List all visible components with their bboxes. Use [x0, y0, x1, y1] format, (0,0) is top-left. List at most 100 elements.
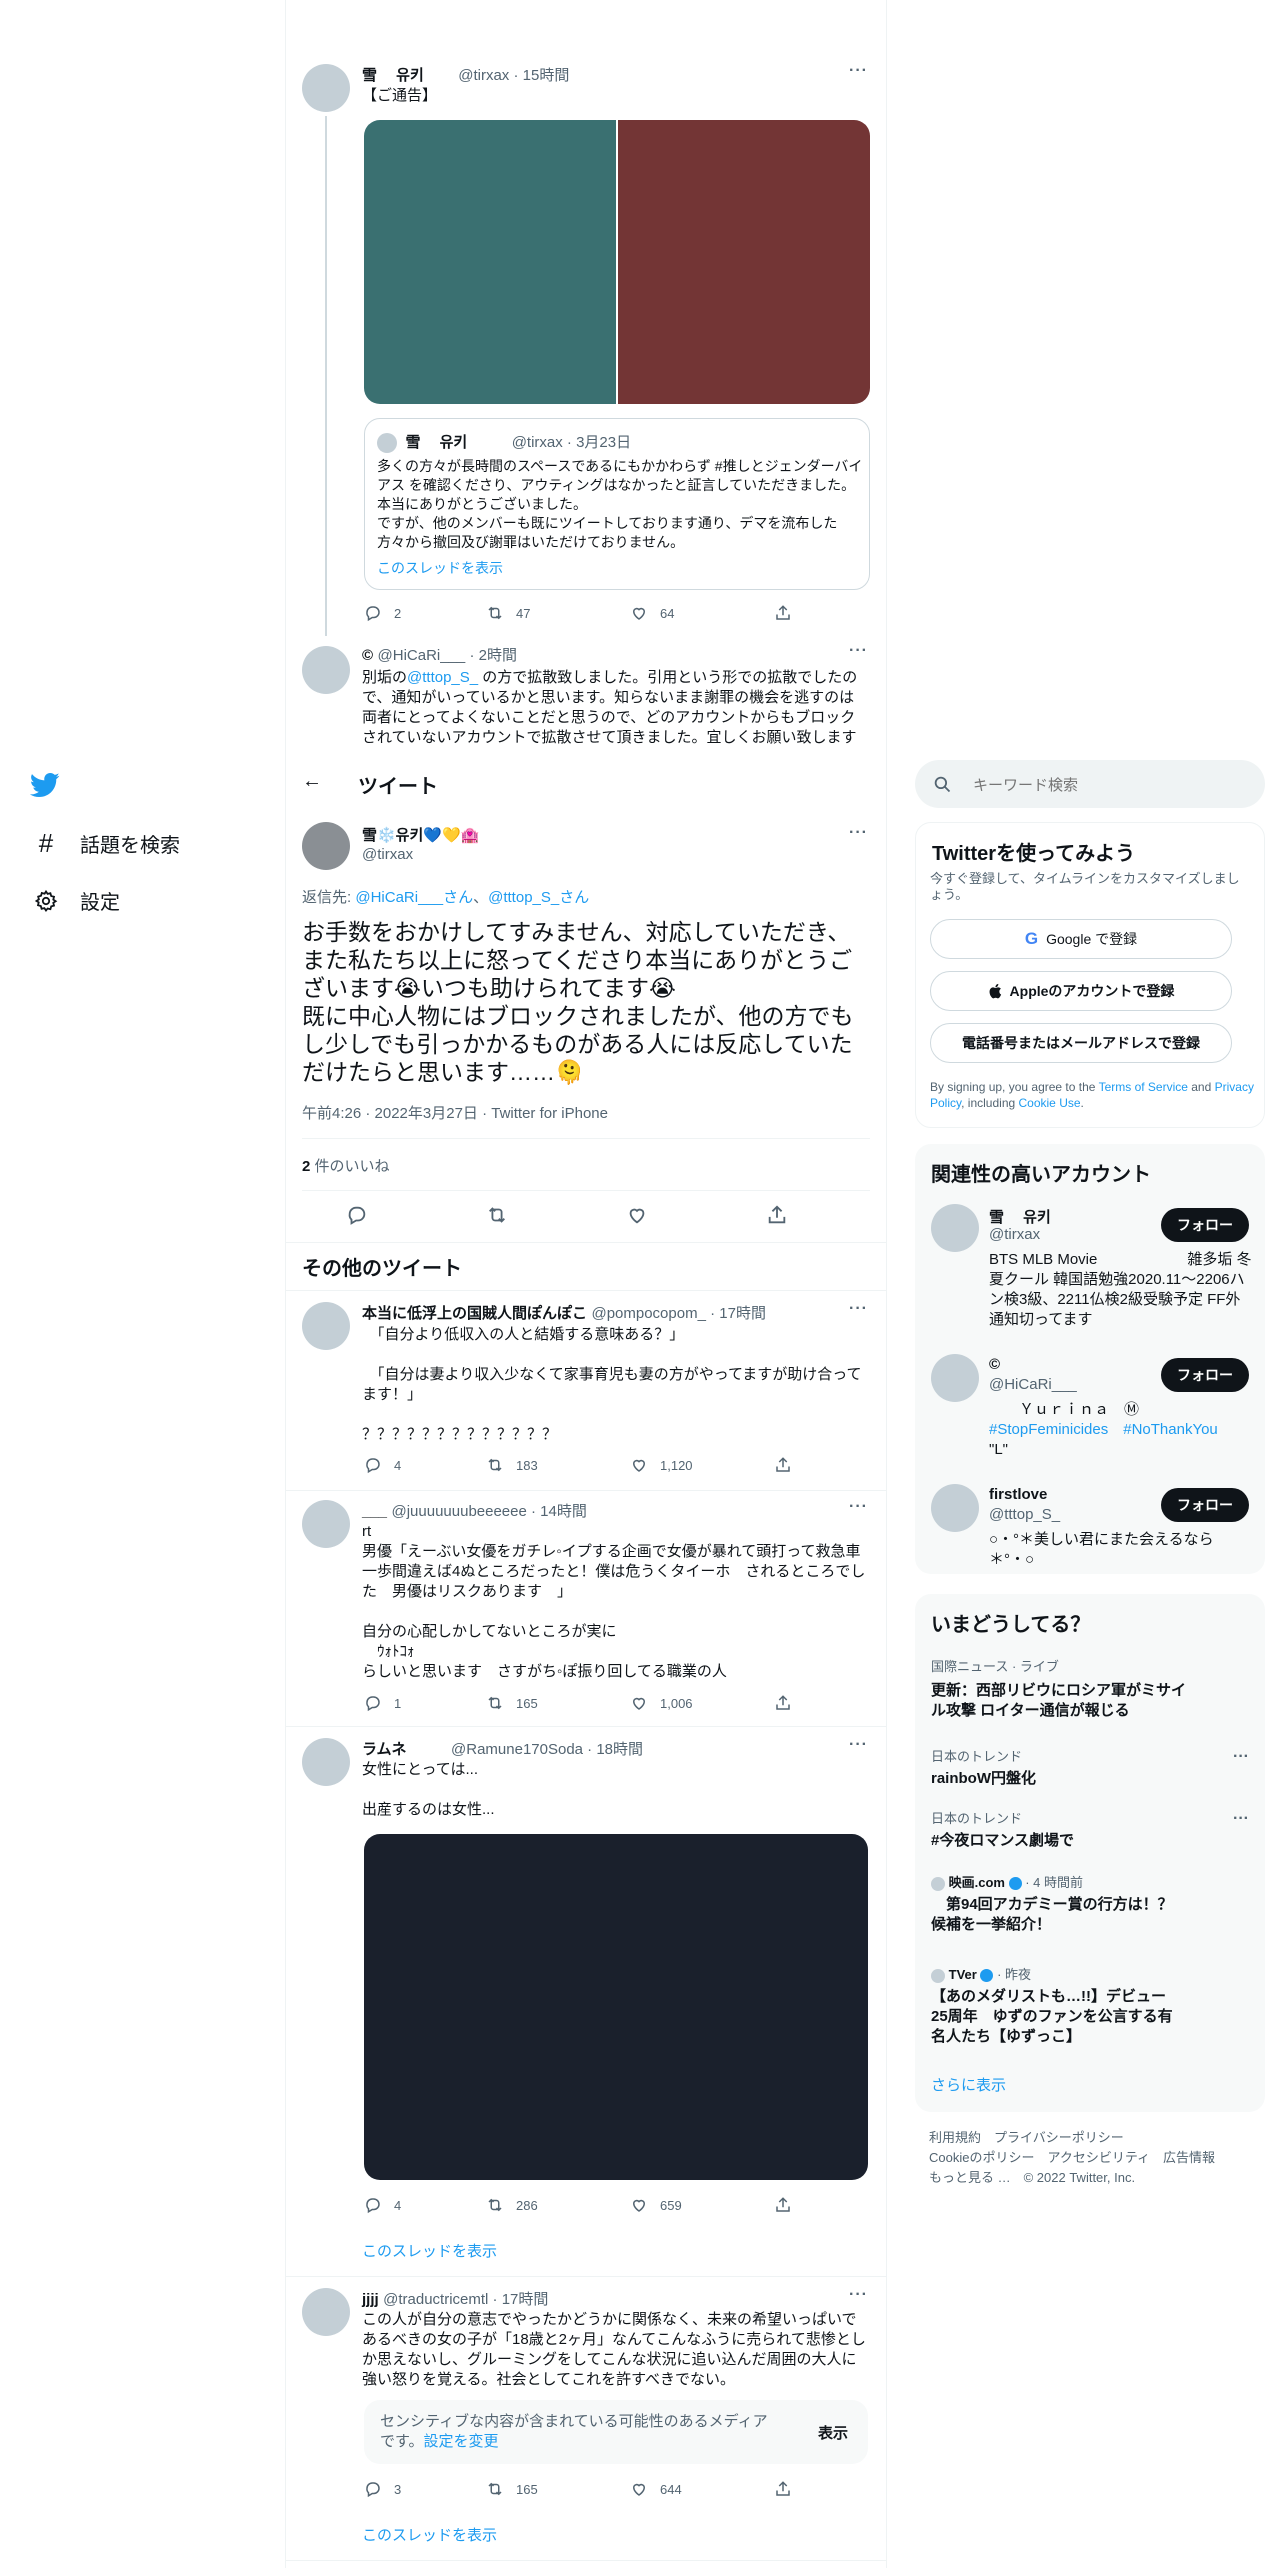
reply-to-mention[interactable]: @HiCaRi___さん — [355, 889, 473, 906]
avatar[interactable] — [302, 646, 350, 694]
reply-button[interactable]: 3 — [364, 2480, 401, 2498]
apple-signup-button[interactable]: Appleのアカウントで登録 — [930, 971, 1232, 1011]
retweet-button[interactable]: 183 — [486, 1456, 538, 1474]
handle-time[interactable]: @pompocopom_ · 17時間 — [591, 1305, 765, 1322]
like-button[interactable]: 1,120 — [630, 1456, 693, 1474]
trend-item[interactable]: 日本のトレンド #今夜ロマンス劇場で — [931, 1808, 1211, 1851]
reply-button[interactable]: 4 — [364, 1456, 401, 1474]
handle-time[interactable]: @HiCaRi___ · 2時間 — [378, 647, 517, 664]
user-name[interactable]: jjjj — [362, 2291, 379, 2308]
avatar[interactable] — [302, 822, 350, 870]
follow-button[interactable]: フォロー — [1161, 1488, 1249, 1522]
handle-time[interactable]: @juuuuuuubeeeeee · 14時間 — [391, 1503, 586, 1520]
user-name[interactable]: © — [362, 647, 373, 664]
reply-button[interactable]: 2 — [364, 604, 401, 622]
media-image[interactable] — [364, 1834, 868, 2180]
more-icon[interactable]: ··· — [849, 824, 868, 842]
back-arrow-icon[interactable]: ← — [302, 770, 322, 793]
retweet-button[interactable]: 47 — [486, 604, 530, 622]
share-button[interactable] — [774, 1456, 792, 1474]
follow-button[interactable]: フォロー — [1161, 1208, 1249, 1242]
media-image-right[interactable] — [618, 120, 870, 404]
mention-link[interactable]: @tttop_S_ — [407, 669, 478, 686]
tweet-meta[interactable]: 午前4:26 · 2022年3月27日 · Twitter for iPhone — [302, 1102, 608, 1123]
retweet-button[interactable]: 165 — [486, 2480, 538, 2498]
retweet-button[interactable]: 286 — [486, 2196, 538, 2214]
avatar[interactable] — [302, 64, 350, 112]
retweet-button[interactable]: 165 — [486, 1694, 538, 1712]
share-button[interactable] — [774, 2196, 792, 2214]
cookie-use-link[interactable]: Cookie Use — [1019, 1096, 1081, 1110]
user-name[interactable]: 雪 유키 — [362, 67, 424, 84]
share-button[interactable] — [774, 604, 792, 622]
news-item[interactable]: TVer · 昨夜 【あのメダリストも…!!】デビュー25周年 ゆずのファンを公… — [931, 1964, 1181, 2047]
handle-time[interactable]: @Ramune170Soda · 18時間 — [451, 1741, 643, 1758]
footer-line[interactable]: もっと見る … © 2022 Twitter, Inc. — [929, 2168, 1259, 2188]
handle-time[interactable]: @traductricemtl · 17時間 — [383, 2291, 548, 2308]
share-button[interactable] — [774, 1694, 792, 1712]
like-button[interactable]: 64 — [630, 604, 674, 622]
reply-icon[interactable] — [346, 1204, 368, 1226]
more-icon[interactable]: ··· — [849, 642, 868, 660]
footer-line[interactable]: 利用規約 プライバシーポリシー — [929, 2128, 1259, 2148]
google-signup-button[interactable]: G Google で登録 — [930, 919, 1232, 959]
footer-line[interactable]: Cookieのポリシー アクセシビリティ 広告情報 — [929, 2148, 1259, 2168]
avatar[interactable] — [302, 1738, 350, 1786]
main-tweet-name[interactable]: 雪❄️유키💙💛🏩 — [362, 824, 479, 845]
account-handle[interactable]: @HiCaRi___ — [989, 1376, 1077, 1393]
reply-button[interactable]: 4 — [364, 2196, 401, 2214]
more-icon[interactable]: ··· — [849, 2286, 868, 2304]
account-handle[interactable]: @tirxax — [989, 1226, 1040, 1243]
change-settings-link[interactable]: 設定を変更 — [424, 2433, 499, 2450]
avatar[interactable] — [931, 1204, 979, 1252]
account-handle[interactable]: @tttop_S_ — [989, 1506, 1060, 1523]
show-thread-link[interactable]: このスレッドを表示 — [362, 2240, 497, 2261]
show-more-link[interactable]: さらに表示 — [931, 2074, 1006, 2095]
account-name[interactable]: © — [989, 1356, 1000, 1373]
show-thread-link[interactable]: このスレッドを表示 — [362, 2524, 497, 2545]
show-thread-link[interactable]: このスレッドを表示 — [377, 558, 503, 578]
reply-button[interactable]: 1 — [364, 1694, 401, 1712]
terms-of-service-link[interactable]: Terms of Service — [1099, 1080, 1188, 1094]
media-image-left[interactable] — [364, 120, 616, 404]
retweet-icon[interactable] — [486, 1204, 508, 1226]
share-icon[interactable] — [766, 1204, 788, 1226]
more-icon[interactable]: ··· — [849, 1498, 868, 1516]
reply-to-mention[interactable]: @tttop_S_さん — [488, 889, 589, 906]
follow-button[interactable]: フォロー — [1161, 1358, 1249, 1392]
twitter-logo-icon[interactable] — [29, 770, 60, 800]
main-tweet-handle[interactable]: @tirxax — [362, 846, 413, 863]
search-bar[interactable] — [915, 760, 1265, 808]
trend-item[interactable]: 日本のトレンド rainboW円盤化 — [931, 1746, 1211, 1789]
quote-tweet[interactable]: 雪 유키 @tirxax · 3月23日 多くの方々が長時間のスペースであるにも… — [364, 418, 870, 590]
avatar[interactable] — [931, 1484, 979, 1532]
news-item[interactable]: 映画.com · 4 時間前 第94回アカデミー賞の行方は！？ 候補を一挙紹介！ — [931, 1872, 1191, 1935]
more-icon[interactable]: ··· — [1233, 1748, 1249, 1766]
hashtag-link[interactable]: #NoThankYou — [1123, 1421, 1218, 1438]
more-icon[interactable]: ··· — [849, 1300, 868, 1318]
show-media-button[interactable]: 表示 — [818, 2422, 848, 2443]
user-name[interactable]: ___ — [362, 1503, 387, 1520]
avatar[interactable] — [931, 1354, 979, 1402]
account-name[interactable]: firstlove — [989, 1486, 1047, 1503]
nav-settings[interactable]: 設定 — [32, 886, 120, 915]
more-icon[interactable]: ··· — [1233, 1810, 1249, 1828]
user-name[interactable]: 本当に低浮上の国賊人間ぽんぽこ — [362, 1305, 587, 1322]
avatar[interactable] — [302, 2288, 350, 2336]
avatar[interactable] — [302, 1500, 350, 1548]
more-icon[interactable]: ··· — [849, 62, 868, 80]
account-name[interactable]: 雪 유키 — [989, 1206, 1051, 1227]
nav-explore[interactable]: # 話題を検索 — [32, 828, 180, 859]
like-button[interactable]: 644 — [630, 2480, 682, 2498]
like-button[interactable]: 659 — [630, 2196, 682, 2214]
handle-time[interactable]: @tirxax · 15時間 — [458, 67, 569, 84]
share-button[interactable] — [774, 2480, 792, 2498]
like-button[interactable]: 1,006 — [630, 1694, 693, 1712]
trend-item[interactable]: 国際ニュース · ライブ 更新：西部リビウにロシア軍がミサイル攻撃 ロイター通信… — [931, 1656, 1191, 1721]
heart-icon[interactable] — [626, 1204, 648, 1226]
search-input[interactable] — [971, 772, 1245, 798]
more-icon[interactable]: ··· — [849, 1736, 868, 1754]
phone-email-signup-button[interactable]: 電話番号またはメールアドレスで登録 — [930, 1023, 1232, 1063]
hashtag-link[interactable]: #StopFeminicides — [989, 1421, 1108, 1438]
user-name[interactable]: ラムネ — [362, 1741, 407, 1758]
